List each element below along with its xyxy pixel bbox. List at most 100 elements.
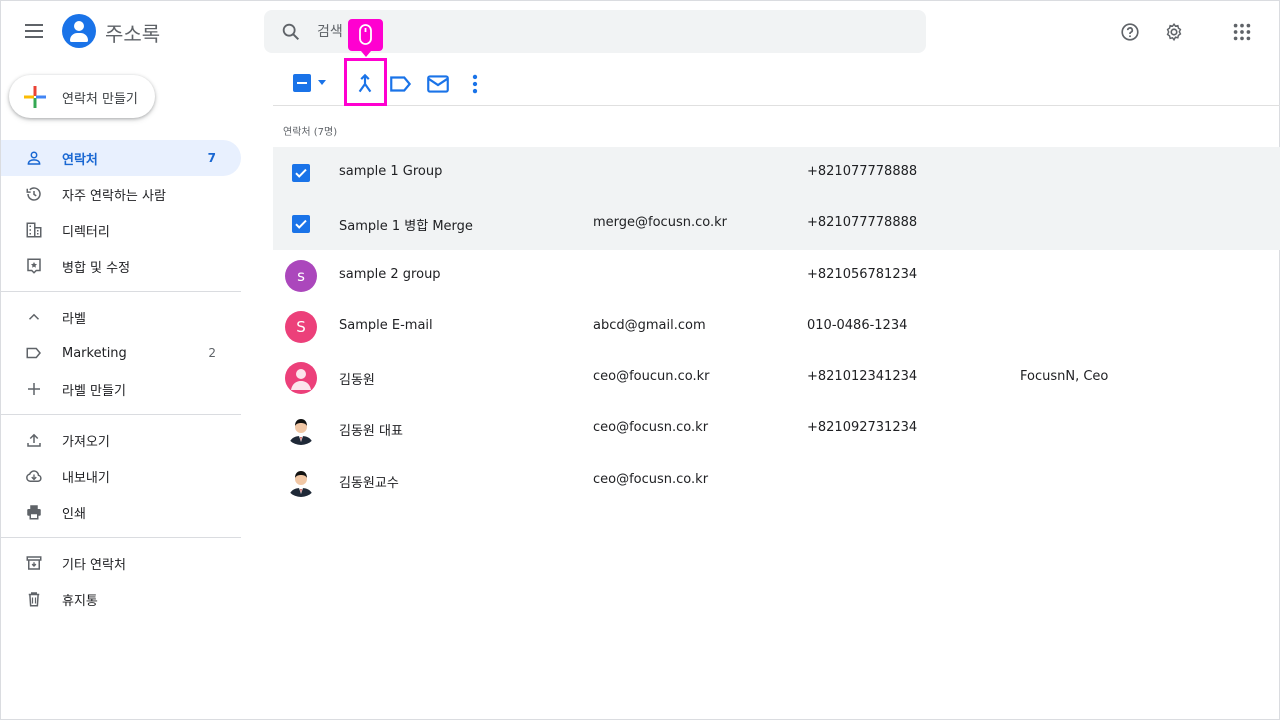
top-app-bar: 주소록 bbox=[1, 1, 1280, 65]
create-label-button[interactable]: 라벨 만들기 bbox=[1, 371, 241, 407]
search-input[interactable] bbox=[317, 20, 877, 44]
more-vert-icon[interactable] bbox=[462, 71, 488, 97]
archive-icon bbox=[26, 556, 42, 570]
row-checkbox[interactable] bbox=[292, 215, 310, 234]
label-icon bbox=[26, 347, 41, 359]
create-contact-label: 연락처 만들기 bbox=[62, 92, 138, 107]
click-highlight-box bbox=[344, 58, 387, 106]
person-photo-icon bbox=[289, 419, 313, 446]
building-icon bbox=[26, 222, 42, 238]
sidebar-item-import[interactable]: 가져오기 bbox=[1, 422, 241, 458]
contact-organization: FocusnN, Ceo bbox=[1020, 369, 1109, 385]
labels-section-toggle[interactable]: 라벨 bbox=[1, 299, 241, 335]
main-menu-icon[interactable] bbox=[23, 21, 45, 43]
check-icon bbox=[295, 220, 307, 230]
toolbar-divider bbox=[273, 105, 1280, 106]
person-photo-icon bbox=[289, 470, 313, 497]
check-icon bbox=[295, 168, 307, 178]
search-icon[interactable] bbox=[280, 21, 302, 43]
table-row[interactable]: s sample 2 group +821056781234 bbox=[273, 250, 1280, 301]
table-row[interactable]: 김동원 대표 ceo@focusn.co.kr +821092731234 bbox=[273, 403, 1280, 454]
row-checkbox[interactable] bbox=[292, 164, 310, 182]
select-all-checkbox[interactable] bbox=[293, 74, 311, 92]
contacts-table: sample 1 Group +821077778888 Sample 1 병합… bbox=[273, 147, 1280, 506]
sidebar-item-contacts[interactable]: 연락처 7 bbox=[1, 140, 241, 176]
contact-email: abcd@gmail.com bbox=[593, 317, 706, 333]
contact-phone: +821056781234 bbox=[807, 266, 918, 282]
table-row[interactable]: Sample 1 병합 Merge merge@focusn.co.kr +82… bbox=[273, 198, 1280, 250]
contact-name: sample 1 Group bbox=[339, 164, 443, 179]
table-row[interactable]: sample 1 Group +821077778888 bbox=[273, 147, 1280, 199]
settings-gear-icon[interactable] bbox=[1163, 21, 1185, 43]
colorful-plus-icon bbox=[24, 86, 46, 108]
sidebar-item-label: 자주 연락하는 사람 bbox=[62, 188, 166, 204]
table-row[interactable]: 김동원교수 ceo@focusn.co.kr bbox=[273, 455, 1280, 506]
sidebar-item-directory[interactable]: 디렉터리 bbox=[1, 212, 241, 248]
contact-phone: +821012341234 bbox=[807, 369, 918, 385]
app-title: 주소록 bbox=[105, 22, 161, 46]
select-options-caret-icon[interactable] bbox=[318, 80, 326, 85]
table-row[interactable]: 김동원 ceo@foucun.co.kr +821012341234 Focus… bbox=[273, 352, 1280, 403]
default-person-icon bbox=[291, 369, 311, 391]
person-icon bbox=[27, 151, 41, 165]
sidebar-divider bbox=[1, 414, 241, 415]
label-count: 2 bbox=[208, 346, 216, 360]
sidebar-item-label: 인쇄 bbox=[62, 506, 86, 522]
avatar-photo[interactable] bbox=[285, 464, 317, 497]
contact-phone: +821077778888 bbox=[807, 164, 918, 179]
contact-phone: 010-0486-1234 bbox=[807, 317, 908, 333]
sidebar-item-label: 라벨 만들기 bbox=[62, 383, 126, 399]
sidebar-item-label: 휴지통 bbox=[62, 593, 98, 609]
contact-name: Sample E-mail bbox=[339, 317, 433, 333]
cloud-download-icon bbox=[26, 470, 42, 482]
sidebar-item-frequent[interactable]: 자주 연락하는 사람 bbox=[1, 176, 241, 212]
create-contact-button[interactable]: 연락처 만들기 bbox=[9, 75, 155, 118]
contact-email: ceo@foucun.co.kr bbox=[593, 369, 710, 385]
avatar-photo[interactable] bbox=[285, 413, 317, 446]
merge-fix-icon bbox=[27, 258, 41, 274]
table-row[interactable]: S Sample E-mail abcd@gmail.com 010-0486-… bbox=[273, 301, 1280, 352]
sidebar-item-label-marketing[interactable]: Marketing 2 bbox=[1, 335, 241, 371]
sidebar-item-print[interactable]: 인쇄 bbox=[1, 494, 241, 530]
sidebar-item-label: 병합 및 수정 bbox=[62, 260, 131, 276]
selection-toolbar bbox=[273, 65, 1280, 105]
mouse-click-badge bbox=[348, 19, 383, 57]
print-icon bbox=[27, 505, 41, 520]
avatar[interactable] bbox=[285, 362, 317, 395]
history-icon bbox=[26, 187, 41, 201]
list-section-header: 연락처 (7명) bbox=[283, 127, 338, 138]
contact-name: 김동원 bbox=[339, 373, 375, 389]
email-icon[interactable] bbox=[425, 71, 451, 97]
sidebar-divider bbox=[1, 291, 241, 292]
trash-icon bbox=[28, 592, 40, 607]
sidebar-item-export[interactable]: 내보내기 bbox=[1, 458, 241, 494]
mouse-icon bbox=[359, 24, 372, 45]
label-icon[interactable] bbox=[388, 71, 414, 97]
sidebar-divider bbox=[1, 537, 241, 538]
sidebar-item-label: 내보내기 bbox=[62, 470, 110, 486]
sidebar-item-label: 디렉터리 bbox=[62, 224, 110, 240]
contact-email: ceo@focusn.co.kr bbox=[593, 471, 709, 487]
contact-name: 김동원교수 bbox=[339, 475, 399, 491]
contact-email: ceo@focusn.co.kr bbox=[593, 420, 709, 436]
help-icon[interactable] bbox=[1119, 21, 1141, 43]
contact-name: Sample 1 병합 Merge bbox=[339, 219, 473, 235]
sidebar-item-label: 기타 연락처 bbox=[62, 557, 126, 573]
upload-icon bbox=[27, 433, 41, 447]
sidebar-item-other-contacts[interactable]: 기타 연락처 bbox=[1, 545, 241, 581]
sidebar-item-label: 가져오기 bbox=[62, 434, 110, 450]
contact-phone: +821092731234 bbox=[807, 420, 918, 436]
contact-name: sample 2 group bbox=[339, 266, 441, 282]
contact-phone: +821077778888 bbox=[807, 215, 918, 231]
contact-email: merge@focusn.co.kr bbox=[593, 215, 727, 231]
contacts-logo-icon bbox=[62, 14, 96, 48]
avatar[interactable]: S bbox=[285, 310, 317, 343]
sidebar-item-merge-fix[interactable]: 병합 및 수정 bbox=[1, 248, 241, 284]
labels-header: 라벨 bbox=[62, 311, 86, 327]
contacts-count: 7 bbox=[207, 151, 216, 165]
contact-name: 김동원 대표 bbox=[339, 424, 403, 440]
apps-grid-icon[interactable] bbox=[1231, 21, 1253, 43]
avatar[interactable]: s bbox=[285, 259, 317, 292]
sidebar-item-trash[interactable]: 휴지통 bbox=[1, 581, 241, 617]
chevron-up-icon bbox=[28, 313, 40, 320]
